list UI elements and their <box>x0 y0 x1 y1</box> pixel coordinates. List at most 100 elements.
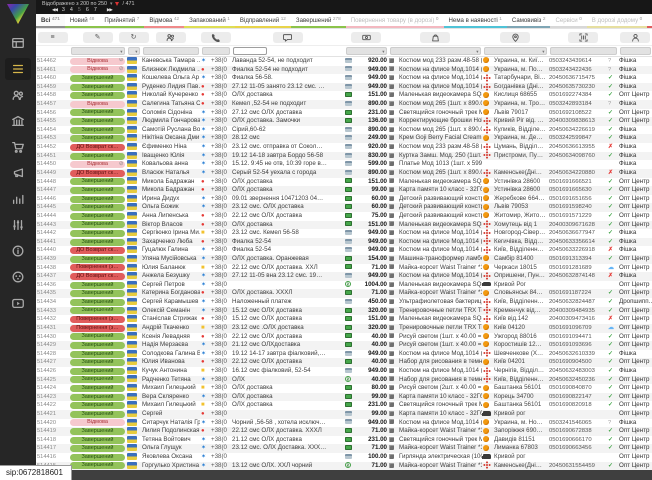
status-tab[interactable]: В дорозі додому 0 <box>587 14 647 28</box>
table-row[interactable]: 514443 Завершений Віктор Власов +38(0 ОЛ… <box>36 221 652 230</box>
last-page-icon[interactable]: ▶▶ <box>107 7 112 13</box>
product-filter[interactable]: ▾ <box>390 47 481 55</box>
status-tab[interactable]: Нема в наявності 1 <box>444 14 507 28</box>
table-row[interactable]: 514437 ДО Возврат ск… Анжела Безушку +38… <box>36 272 652 281</box>
status-tab[interactable]: Запакований 1 <box>184 14 235 28</box>
cart-icon[interactable] <box>5 136 31 158</box>
table-row[interactable]: 514431 Повернення (з… Андрій Ткаченко +3… <box>36 324 652 333</box>
table-row[interactable]: 514415 Завершений Горгулько Христина… +3… <box>36 462 652 471</box>
table-row[interactable]: 514435 Завершений Катерина Богданова +38… <box>36 289 652 298</box>
info-icon[interactable] <box>5 240 31 262</box>
status-tab[interactable]: Повернення товару (в дорозі) 0 <box>346 14 444 28</box>
tracking-number[interactable]: 0501691187224 <box>548 289 607 298</box>
tracking-number[interactable]: 0501690663456 <box>548 444 607 453</box>
status-tab[interactable]: Новий 48 <box>65 14 100 28</box>
table-row[interactable]: 514451 Завершений Іващенко Юлія +38(0 19… <box>36 152 652 161</box>
payment-icon[interactable] <box>351 32 381 43</box>
tracking-number[interactable]: 0501692108522 <box>548 109 607 118</box>
status-filter[interactable]: ▾ <box>71 47 125 55</box>
tracking-number[interactable]: 20450633226918 <box>548 246 607 255</box>
status-tab[interactable]: Повернений <box>647 14 652 28</box>
page-button[interactable]: 5 <box>78 7 81 13</box>
table-row[interactable]: 514462 Відмова⊘ Каневська Тамара … +38(0… <box>36 57 652 66</box>
status-tab[interactable]: Всі 471 <box>36 14 65 28</box>
tracking-number[interactable]: 20450632450236 <box>548 376 607 385</box>
table-row[interactable]: 514421 Завершений Сергей +38(0 99.00 Кар… <box>36 410 652 419</box>
table-row[interactable]: 514440 ДО Возврат ск… Гуцалюк Галина +38… <box>36 246 652 255</box>
clients-icon[interactable] <box>156 32 186 43</box>
city-filter[interactable]: ▾ <box>484 47 547 55</box>
tracking-number[interactable]: 0501691281689 <box>548 264 607 273</box>
table-row[interactable]: 514444 Завершений Анна Липенська +38(0 2… <box>36 212 652 221</box>
tracking-number[interactable]: 0501691096709 <box>548 324 607 333</box>
orders-icon[interactable] <box>5 58 31 80</box>
status-tab[interactable]: Відправлений 12 <box>235 14 291 28</box>
page-button[interactable]: 7 <box>94 7 97 13</box>
tracking-number[interactable]: 20400309838613 <box>548 117 607 126</box>
page-button[interactable]: 3 <box>62 7 65 13</box>
tracking-number[interactable]: 20450632824487 <box>548 298 607 307</box>
client-filter[interactable] <box>143 47 199 55</box>
table-row[interactable]: 514441 Завершений Захарченко Люба +38(0 … <box>36 238 652 247</box>
table-row[interactable]: 514434 Завершений Сергей Карамышев +38(0… <box>36 298 652 307</box>
tracking-number[interactable]: 20400309473416 <box>548 315 607 324</box>
table-row[interactable]: 514422 Завершений Михаил Гилецький +38(0… <box>36 401 652 410</box>
table-row[interactable]: 514418 Завершений Тетяна Войтович +38(0 … <box>36 436 652 445</box>
table-row[interactable]: 514445 Завершений Ольга Божик +38(0 23.1… <box>36 203 652 212</box>
tracking-number[interactable]: 0501691571229 <box>548 212 607 221</box>
table-row[interactable]: 514447 Завершений Микола Бадражан +38(0 … <box>36 186 652 195</box>
table-row[interactable]: 514416 Завершений Яковлева Оксана +38(0 … <box>36 453 652 462</box>
tracking-number[interactable]: 20450632483003 <box>548 367 607 376</box>
table-row[interactable]: 514417 Завершений Ольга Глущук +38(0 23.… <box>36 444 652 453</box>
tracking-number[interactable]: 0501691094471 <box>548 333 607 342</box>
dashboard-icon[interactable] <box>5 32 31 54</box>
payment-filter[interactable]: ▾ <box>346 47 387 55</box>
country-filter[interactable]: ▾ <box>128 47 140 55</box>
warehouse-icon[interactable] <box>5 110 31 132</box>
table-row[interactable]: 514433 Завершений Олексій Семанін +38(0 … <box>36 307 652 316</box>
phone-icon[interactable] <box>201 32 231 43</box>
table-row[interactable]: 514455 Завершений Людмила Гончарова +38(… <box>36 117 652 126</box>
page-button[interactable]: 4 <box>70 7 73 13</box>
tracking-number[interactable]: 20450634220880 <box>548 169 607 178</box>
tracking-number[interactable]: 20400309484935 <box>548 307 607 316</box>
tracking-number[interactable]: 0501692274384 <box>548 91 607 100</box>
integrations-icon[interactable] <box>5 266 31 288</box>
tracking-number[interactable]: 0501691598240 <box>548 203 607 212</box>
phone-filter[interactable] <box>202 47 230 55</box>
tracking-number[interactable]: 20450634098760 <box>548 152 607 161</box>
stats-icon[interactable] <box>5 188 31 210</box>
table-row[interactable]: 514454 Завершений Самотій Руслана Во… +3… <box>36 126 652 135</box>
tracking-number[interactable]: 0501690904500 <box>548 358 607 367</box>
status-edit-icon[interactable]: ✎ <box>83 32 113 43</box>
tracking-number[interactable]: 0503242893184 <box>548 100 607 109</box>
campaigns-icon[interactable] <box>5 162 31 184</box>
table-row[interactable]: 514457 Відмова Салегина Татьяна С… +38(0… <box>36 100 652 109</box>
tracking-number[interactable]: 0501690672838 <box>548 427 607 436</box>
table-row[interactable]: 514446 Завершений Ирина Дидух +38(0 09.0… <box>36 195 652 204</box>
clients-icon[interactable] <box>5 84 31 106</box>
table-row[interactable]: 514442 Завершений Сергіюнко Ірина Ми… +3… <box>36 229 652 238</box>
table-row[interactable]: 514432 Повернення (з… Станіслав Стрижак … <box>36 315 652 324</box>
page-button[interactable]: 6 <box>86 7 89 13</box>
status-tab[interactable]: Самовивіз 2 <box>507 14 551 28</box>
tracking-number[interactable]: 0501691093696 <box>548 341 607 350</box>
tracking-number[interactable]: 20450633356614 <box>548 238 607 247</box>
table-row[interactable]: 514448 Завершений Микола Бадражан +38(0 … <box>36 178 652 187</box>
table-row[interactable]: 514427 Завершений Юлия Иванова +38(0 22.… <box>36 358 652 367</box>
video-icon[interactable] <box>5 292 31 314</box>
tracking-number[interactable]: 0501691313394 <box>548 255 607 264</box>
tracking-scan-icon[interactable] <box>568 32 598 43</box>
source-filter[interactable] <box>620 47 651 55</box>
table-row[interactable]: 514458 Завершений Николай Кучеренко +38(… <box>36 91 652 100</box>
tracking-number[interactable]: 20450635730230 <box>548 83 607 92</box>
table-row[interactable]: 514424 Завершений Михаил Гилецький +38(0… <box>36 384 652 393</box>
table-row[interactable]: 514423 Завершений Вера Скляренко +38(0 О… <box>36 393 652 402</box>
tracking-number[interactable]: 0501691666521 <box>548 178 607 187</box>
tracking-number[interactable]: 0503242599847 <box>548 134 607 143</box>
product-bag-icon[interactable] <box>420 32 450 43</box>
first-page-icon[interactable]: ◀◀ <box>52 7 57 13</box>
status-tab[interactable]: Сервіси 0 <box>550 14 586 28</box>
tracking-number[interactable]: 0501690840870 <box>548 384 607 393</box>
tracking-filter[interactable] <box>550 47 617 55</box>
